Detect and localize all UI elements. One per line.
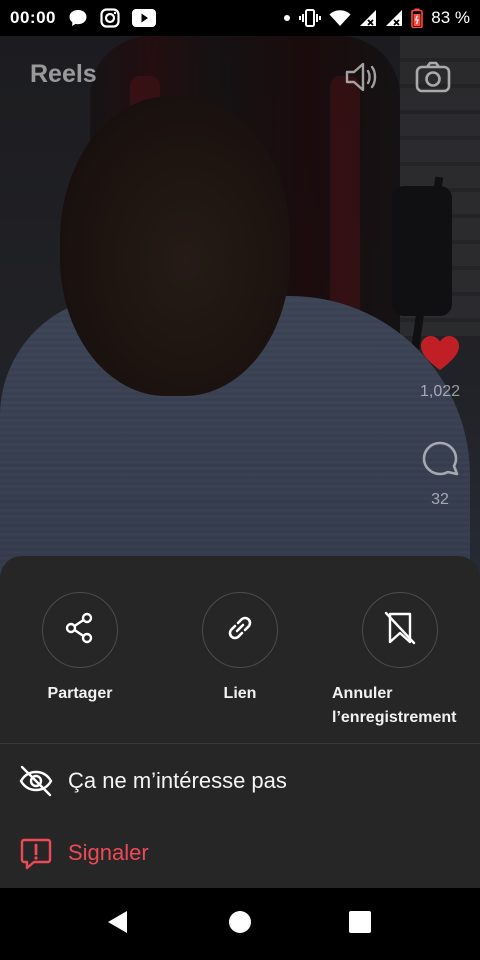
back-button[interactable] bbox=[104, 910, 132, 938]
unsave-button[interactable] bbox=[362, 592, 438, 668]
like-count: 1,022 bbox=[419, 383, 461, 400]
bookmark-remove-icon bbox=[383, 610, 417, 651]
instagram-icon bbox=[100, 8, 120, 28]
home-button[interactable] bbox=[226, 910, 254, 938]
report-icon bbox=[18, 835, 54, 871]
comment-icon[interactable] bbox=[419, 438, 461, 485]
battery-percent: 83 % bbox=[431, 8, 470, 27]
vibrate-icon bbox=[299, 9, 322, 27]
report-option[interactable]: Signaler bbox=[0, 825, 480, 881]
not-interested-option[interactable]: Ça ne m’intéresse pas bbox=[0, 753, 480, 809]
sheet-divider bbox=[0, 743, 480, 744]
back-triangle-icon bbox=[105, 909, 131, 940]
share-button[interactable] bbox=[42, 592, 118, 668]
home-circle-icon bbox=[227, 909, 253, 940]
heart-icon[interactable] bbox=[419, 334, 461, 377]
unsave-label: Annuler l’enregistrement bbox=[332, 682, 456, 730]
reels-title: Reels bbox=[30, 60, 97, 88]
link-label: Lien bbox=[223, 685, 257, 702]
wifi-icon bbox=[329, 9, 351, 27]
like-action[interactable]: 1,022 bbox=[414, 334, 466, 401]
dot-icon bbox=[283, 14, 291, 22]
link-button[interactable] bbox=[202, 592, 278, 668]
link-action[interactable]: Lien bbox=[202, 592, 278, 706]
camera-icon[interactable] bbox=[414, 58, 452, 101]
chat-bubble-icon bbox=[68, 8, 88, 28]
eye-off-icon bbox=[18, 763, 54, 799]
link-icon bbox=[222, 610, 258, 651]
not-interested-label: Ça ne m’intéresse pas bbox=[68, 768, 287, 793]
comment-count: 32 bbox=[431, 491, 449, 508]
unsave-label-line2: l’enregistrement bbox=[332, 709, 457, 726]
options-bottom-sheet: Partager Lien Annuler l’enregistrement Ç… bbox=[0, 556, 480, 888]
signal-icon bbox=[385, 9, 403, 27]
unsave-action[interactable]: Annuler l’enregistrement bbox=[332, 592, 472, 730]
share-action[interactable]: Partager bbox=[42, 592, 118, 706]
battery-icon bbox=[411, 8, 424, 28]
volume-icon[interactable] bbox=[343, 58, 381, 101]
report-label: Signaler bbox=[68, 840, 149, 865]
recents-button[interactable] bbox=[346, 910, 374, 938]
unsave-label-line1: Annuler bbox=[332, 685, 393, 702]
system-navigation-bar bbox=[0, 888, 480, 960]
status-bar: 00:00 83 % bbox=[0, 0, 480, 36]
share-label: Partager bbox=[47, 685, 113, 702]
status-time: 00:00 bbox=[10, 8, 56, 27]
share-icon bbox=[63, 611, 97, 650]
comment-action[interactable]: 32 bbox=[414, 438, 466, 509]
signal-icon bbox=[359, 9, 377, 27]
recents-square-icon bbox=[347, 909, 373, 940]
youtube-icon bbox=[131, 9, 156, 27]
